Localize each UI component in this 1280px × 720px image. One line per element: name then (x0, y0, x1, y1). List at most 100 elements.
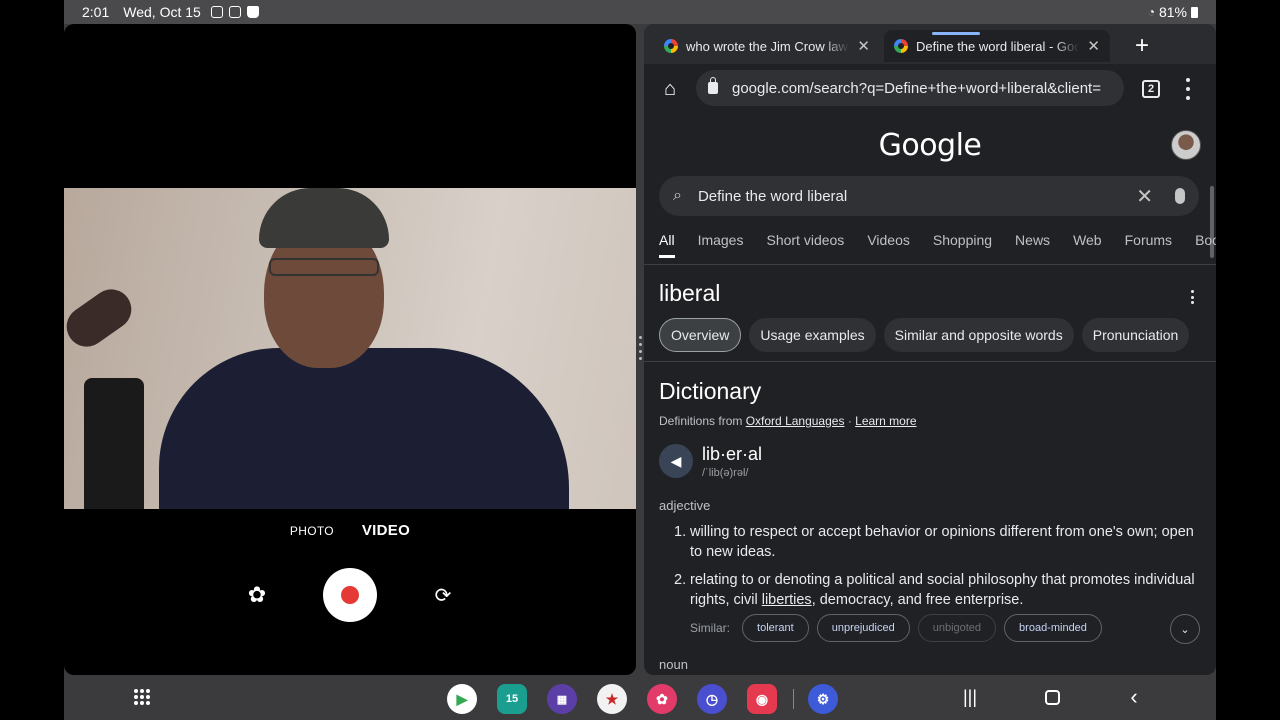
screenshot-icon (210, 6, 223, 18)
screen-recorder-icon[interactable]: ◉ (747, 684, 777, 714)
microphone-arm (64, 281, 140, 355)
tab-switcher-button[interactable]: 2 (1142, 80, 1160, 98)
chip-usage-examples[interactable]: Usage examples (749, 318, 876, 352)
close-tab-icon[interactable]: ✕ (1087, 37, 1100, 55)
definition-text: relating to or denoting a political and … (690, 570, 1204, 610)
nav-tab-books[interactable]: Boo (1195, 232, 1216, 262)
similar-label: Similar: (690, 621, 731, 635)
recent-apps-button[interactable]: ||| (958, 685, 982, 709)
clear-search-icon[interactable]: ✕ (1136, 184, 1153, 209)
part-of-speech-noun: noun (659, 657, 688, 672)
wifi-icon: ◔ (1147, 5, 1155, 19)
photos-icon[interactable]: ✿ (647, 684, 677, 714)
person-body (159, 348, 569, 509)
synonym-unbigoted[interactable]: unbigoted (917, 614, 997, 642)
close-tab-icon[interactable]: ✕ (857, 37, 870, 55)
person-glasses (269, 258, 379, 276)
learn-more-link[interactable]: Learn more (855, 414, 916, 428)
source-separator: · (847, 414, 852, 428)
chip-similar-opposite[interactable]: Similar and opposite words (883, 318, 1074, 352)
apps-folder-icon[interactable]: ▦ (547, 684, 577, 714)
definitions-from-label: Definitions from (659, 414, 743, 428)
tab-define-liberal[interactable]: Define the word liberal - Google Search … (884, 30, 1110, 62)
definition-text-end: , democracy, and free enterprise. (811, 592, 1024, 608)
mode-photo[interactable]: PHOTO (290, 524, 334, 538)
nav-tab-news[interactable]: News (1015, 232, 1050, 262)
nav-tab-all[interactable]: All (659, 232, 675, 258)
settings-icon[interactable]: ⚙ (808, 684, 838, 714)
definition-text: willing to respect or accept behavior or… (690, 524, 1194, 560)
nav-tab-web[interactable]: Web (1073, 232, 1102, 262)
camera-modes: PHOTO VIDEO (64, 522, 636, 539)
nav-tab-videos[interactable]: Videos (867, 232, 910, 262)
status-right: ◔ 81% (1148, 4, 1198, 20)
screen-capture-icon (228, 6, 241, 18)
synonym-tolerant[interactable]: tolerant (742, 614, 809, 642)
headword: lib·er·al (702, 444, 763, 464)
home-button[interactable] (1040, 685, 1064, 709)
camera-preview[interactable] (64, 188, 636, 509)
new-tab-button[interactable]: + (1128, 32, 1156, 60)
term-more-icon[interactable] (1191, 290, 1195, 304)
flower-icon[interactable]: ✿ (243, 581, 271, 609)
taskbar: ▶ 15 ▦ ★ ✿ ◷ ◉ ⚙ ||| ‹ (64, 675, 1216, 720)
definition-item: 2. relating to or denoting a political a… (674, 570, 1204, 610)
screen: 2:01 Wed, Oct 15 ◔ 81% PHOTO VIDEO ✿ ⟳ w… (0, 0, 1280, 720)
lock-icon[interactable] (708, 77, 718, 94)
speaker-icon[interactable]: ◀ (659, 444, 693, 478)
calendar-day: 15 (505, 693, 519, 705)
part-of-speech: adjective (659, 498, 711, 513)
address-bar[interactable]: google.com/search?q=Define+the+word+libe… (696, 70, 1124, 106)
app-drawer-icon[interactable] (134, 689, 150, 705)
term-chips: Overview Usage examples Similar and oppo… (659, 318, 1190, 352)
microphone (84, 378, 144, 509)
url-text: google.com/search?q=Define+the+word+libe… (732, 79, 1101, 97)
tab-title: Define the word liberal - Google Search (916, 38, 1080, 54)
battery-icon (1191, 6, 1198, 18)
mode-video[interactable]: VIDEO (362, 522, 410, 539)
split-divider-handle[interactable] (638, 336, 642, 360)
play-store-icon[interactable]: ▶ (447, 684, 477, 714)
tab-title: who wrote the Jim Crow laws (686, 38, 850, 54)
synonym-broad-minded[interactable]: broad-minded (1004, 614, 1102, 642)
synonym-unprejudiced[interactable]: unprejudiced (816, 614, 910, 642)
oxford-languages-link[interactable]: Oxford Languages (746, 414, 845, 428)
switch-camera-icon[interactable]: ⟳ (429, 581, 457, 609)
google-logo[interactable]: Google (644, 128, 1216, 163)
liberties-link[interactable]: liberties (762, 592, 812, 608)
toolbar: ⌂ google.com/search?q=Define+the+word+li… (644, 64, 1216, 114)
person-cap (259, 188, 389, 248)
voice-search-icon[interactable] (1175, 188, 1185, 204)
nav-tab-short-videos[interactable]: Short videos (766, 232, 844, 262)
calendar-icon[interactable]: 15 (497, 684, 527, 714)
tab-loading-indicator (932, 32, 980, 35)
record-button[interactable] (323, 568, 377, 622)
nav-tab-shopping[interactable]: Shopping (933, 232, 992, 262)
phonetic: /ˈlib(ə)rəl/ (702, 467, 749, 479)
definition-number: 1. (674, 524, 687, 540)
nav-tab-forums[interactable]: Forums (1125, 232, 1172, 262)
battery-percent: 81% (1158, 4, 1187, 20)
camera-app: PHOTO VIDEO ✿ ⟳ (64, 24, 636, 675)
home-icon[interactable]: ⌂ (658, 77, 682, 101)
chrome-extension-icon[interactable]: ★ (597, 684, 627, 714)
account-avatar[interactable] (1171, 130, 1201, 160)
back-button[interactable]: ‹ (1122, 684, 1146, 709)
divider (644, 361, 1216, 362)
definitions-list: 1. willing to respect or accept behavior… (674, 522, 1204, 618)
search-box[interactable]: ⌕ Define the word liberal ✕ (659, 176, 1199, 216)
browser-window: who wrote the Jim Crow laws ✕ Define the… (644, 24, 1216, 675)
dictionary-heading: Dictionary (659, 378, 762, 404)
chevron-down-icon[interactable]: ⌄ (1170, 614, 1200, 644)
chip-overview[interactable]: Overview (659, 318, 742, 352)
clock-icon[interactable]: ◷ (697, 684, 727, 714)
browser-menu-icon[interactable] (1184, 78, 1192, 100)
chip-pronunciation[interactable]: Pronunciation (1081, 318, 1190, 352)
search-query[interactable]: Define the word liberal (698, 188, 1136, 205)
tab-jim-crow[interactable]: who wrote the Jim Crow laws ✕ (654, 30, 880, 62)
divider (644, 264, 1216, 265)
status-time: 2:01 (82, 4, 110, 20)
letterbox-left (0, 0, 64, 720)
nav-tab-images[interactable]: Images (698, 232, 744, 262)
bag-icon (246, 6, 259, 18)
